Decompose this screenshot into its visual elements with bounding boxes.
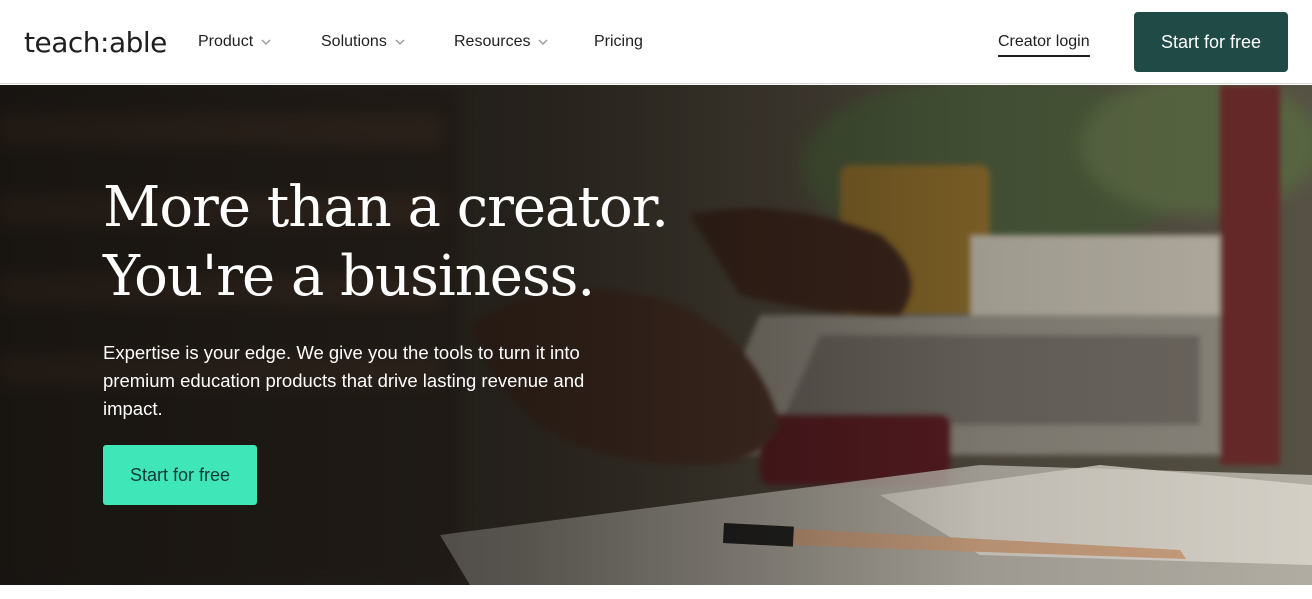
teachable-logo[interactable]: teach:able [24,26,167,59]
nav-resources-label: Resources [454,33,531,50]
nav-solutions[interactable]: Solutions [321,33,405,51]
hero-headline-line1: More than a creator. [103,175,669,240]
hero-subtext: Expertise is your edge. We give you the … [103,342,585,419]
nav-resources[interactable]: Resources [454,33,548,51]
page-bottom-strip [0,585,1312,599]
chevron-down-icon [395,39,405,45]
site-header: teach:able Product Solutions Resources P… [0,0,1312,84]
hero-headline-line2: You're a business. [103,244,595,309]
nav-product[interactable]: Product [198,33,271,51]
nav-pricing[interactable]: Pricing [594,33,643,51]
nav-product-label: Product [198,33,254,50]
chevron-down-icon [538,39,548,45]
hero-section: More than a creator. You're a business. … [0,85,1312,585]
hero-dark-overlay [0,85,1312,585]
hero-start-free-button[interactable]: Start for free [103,445,257,505]
hero-headline: More than a creator. You're a business. [103,173,723,311]
header-start-free-button[interactable]: Start for free [1134,12,1288,72]
creator-login-link[interactable]: Creator login [998,33,1090,57]
nav-pricing-label: Pricing [594,33,643,50]
nav-solutions-label: Solutions [321,33,387,50]
chevron-down-icon [261,39,271,45]
